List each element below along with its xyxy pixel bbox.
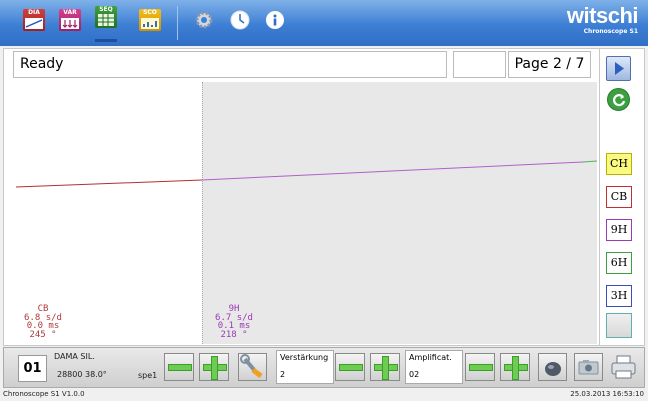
readout-right: 9H 6.7 s/d 0.1 ms 218 ° <box>211 305 257 339</box>
var-button[interactable]: VAR <box>59 9 81 31</box>
print-button[interactable] <box>609 353 638 381</box>
spe-label: spe1 <box>138 371 158 380</box>
channel-button-9h[interactable]: 9H <box>606 219 632 241</box>
brand-product: Chronoscope S1 <box>583 28 638 35</box>
clock-icon <box>230 10 250 30</box>
seq-icon <box>98 14 114 26</box>
trace-end <box>582 160 597 163</box>
microphone-button[interactable] <box>538 353 567 381</box>
watch-minus-button[interactable] <box>164 353 194 381</box>
plus-icon-v <box>211 356 218 380</box>
verstaerkung-minus-button[interactable] <box>335 353 365 381</box>
trace-chart <box>16 160 597 188</box>
clock-button[interactable] <box>230 10 250 30</box>
amplificat-label: Amplificat. <box>409 353 452 362</box>
dia-button[interactable]: DIA <box>23 9 45 31</box>
brand-logo: witschi Chronoscope S1 <box>566 3 639 36</box>
plus-icon-v <box>512 356 519 380</box>
status-message: Ready <box>13 51 447 78</box>
channel-button-cb[interactable]: CB <box>606 186 632 208</box>
channel-button-3h[interactable]: 3H <box>606 285 632 307</box>
amplificat-value: 02 <box>409 370 420 379</box>
settings-button[interactable] <box>194 10 214 30</box>
watch-params: 28800 38.0° <box>57 370 107 379</box>
version-text: Chronoscope S1 V1.0.0 <box>3 390 85 398</box>
datetime-text: 25.03.2013 16:53:10 <box>570 390 644 398</box>
status-blank-field <box>453 51 506 78</box>
wrench-icon <box>240 354 263 378</box>
seq-selected-underline <box>95 39 117 42</box>
readout-right-amplitude: 218 ° <box>220 329 248 340</box>
verstaerkung-value: 2 <box>280 370 286 379</box>
watch-plus-button[interactable] <box>199 353 229 381</box>
refresh-icon <box>607 88 630 111</box>
side-divider <box>599 48 600 346</box>
readout-left-amplitude: 245 ° <box>29 329 57 340</box>
sco-button[interactable]: SCO <box>139 9 161 31</box>
tools-button[interactable] <box>238 353 267 381</box>
var-icon <box>61 18 79 29</box>
gear-icon <box>195 11 213 29</box>
verstaerkung-field: Verstärkung 2 <box>276 350 334 384</box>
page-indicator: Page 2 / 7 <box>508 51 591 78</box>
plus-icon-v <box>382 356 389 380</box>
trace-left <box>16 179 203 188</box>
brand-name: witschi <box>566 3 639 28</box>
refresh-button[interactable] <box>606 87 631 112</box>
channel-button-empty[interactable] <box>606 313 632 338</box>
info-icon <box>266 11 284 29</box>
top-toolbar: DIA VAR SEQ SCO witschi Chronoscope S1 <box>0 0 648 46</box>
channel-button-6h[interactable]: 6H <box>606 252 632 274</box>
verstaerkung-plus-button[interactable] <box>370 353 400 381</box>
sco-icon <box>141 18 159 29</box>
printer-icon <box>611 355 636 379</box>
amplificat-minus-button[interactable] <box>465 353 495 381</box>
channel-number: 01 <box>18 355 47 382</box>
play-icon <box>615 62 624 75</box>
channel-button-ch[interactable]: CH <box>606 153 632 175</box>
info-button[interactable] <box>265 10 285 30</box>
readout-left: CB 6.8 s/d 0.0 ms 245 ° <box>20 305 66 339</box>
verstaerkung-label: Verstärkung <box>280 353 329 362</box>
minus-icon <box>339 364 363 371</box>
camera-icon <box>578 360 599 375</box>
dia-icon <box>25 18 43 29</box>
microphone-icon <box>545 362 561 376</box>
amplificat-plus-button[interactable] <box>500 353 530 381</box>
play-button[interactable] <box>606 56 631 81</box>
minus-icon <box>469 364 493 371</box>
toolbar-separator <box>177 6 178 40</box>
trace-right <box>201 161 584 181</box>
camera-button[interactable] <box>574 353 603 381</box>
watch-name: DAMA SIL. <box>54 352 95 361</box>
amplificat-field: Amplificat. 02 <box>405 350 463 384</box>
seq-button[interactable]: SEQ <box>95 6 117 28</box>
minus-icon <box>168 364 192 371</box>
